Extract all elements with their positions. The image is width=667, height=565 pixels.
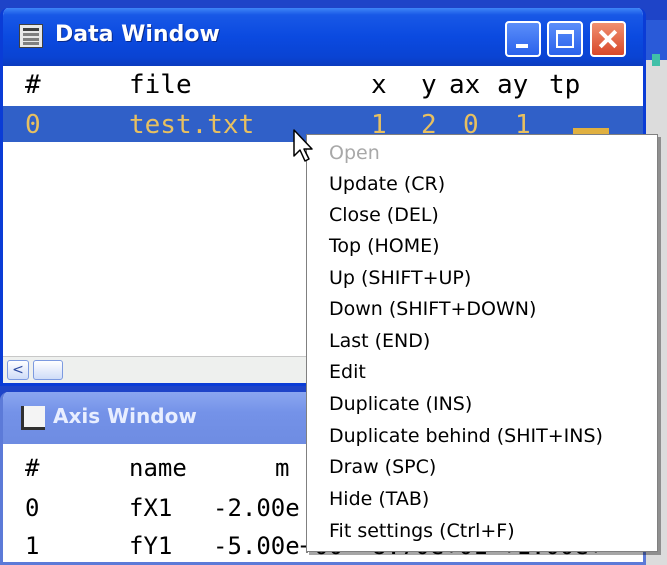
menu-item-up[interactable]: Up (SHIFT+UP) xyxy=(329,263,471,293)
menu-item-hide[interactable]: Hide (TAB) xyxy=(329,484,429,514)
background-window-icon xyxy=(652,54,660,66)
data-window-title: Data Window xyxy=(55,22,220,47)
menu-item-duplicate[interactable]: Duplicate (INS) xyxy=(329,389,472,419)
menu-item-fit-settings[interactable]: Fit settings (Ctrl+F) xyxy=(329,516,515,546)
data-window-titlebar[interactable]: Data Window xyxy=(3,8,643,66)
col-header-ay[interactable]: ay xyxy=(497,70,528,100)
axis-window-app-icon[interactable] xyxy=(21,406,45,430)
menu-item-top[interactable]: Top (HOME) xyxy=(329,231,440,261)
col-header-num[interactable]: # xyxy=(25,70,41,100)
col-header-ax[interactable]: ax xyxy=(449,70,480,100)
axis-row-name: fX1 xyxy=(129,494,173,522)
axis-row-num: 1 xyxy=(25,532,40,560)
axis-col-header-name[interactable]: name xyxy=(129,454,187,482)
menu-item-last[interactable]: Last (END) xyxy=(329,326,430,356)
row-file: test.txt xyxy=(129,110,255,140)
axis-window-title: Axis Window xyxy=(53,404,197,428)
menu-item-duplicate-behind[interactable]: Duplicate behind (SHIT+INS) xyxy=(329,421,603,451)
minimize-button[interactable] xyxy=(505,21,541,57)
data-window-app-icon[interactable] xyxy=(19,24,43,48)
col-header-file[interactable]: file xyxy=(129,70,192,100)
scroll-left-button[interactable]: < xyxy=(7,360,29,380)
menu-item-update[interactable]: Update (CR) xyxy=(329,169,445,199)
close-button[interactable] xyxy=(590,21,626,57)
maximize-button[interactable] xyxy=(547,21,583,57)
scrollbar-thumb[interactable] xyxy=(33,360,63,380)
row-num: 0 xyxy=(25,110,41,140)
menu-item-open: Open xyxy=(329,142,380,164)
menu-item-down[interactable]: Down (SHIFT+DOWN) xyxy=(329,294,536,324)
col-header-tp[interactable]: tp xyxy=(549,70,580,100)
col-header-y[interactable]: y xyxy=(421,70,437,100)
axis-row-num: 0 xyxy=(25,494,40,522)
mouse-cursor-icon xyxy=(293,129,313,162)
axis-row-name: fY1 xyxy=(129,532,173,560)
menu-item-draw[interactable]: Draw (SPC) xyxy=(329,452,436,482)
axis-row-min: -2.00e xyxy=(213,494,300,522)
context-menu: Open Update (CR) Close (DEL) Top (HOME) … xyxy=(306,134,658,552)
col-header-x[interactable]: x xyxy=(371,70,387,100)
menu-item-close[interactable]: Close (DEL) xyxy=(329,200,439,230)
axis-col-header-num[interactable]: # xyxy=(25,454,39,482)
data-list-header: # file x y ax ay tp xyxy=(3,66,643,106)
axis-col-header-min[interactable]: m xyxy=(275,454,289,482)
menu-item-edit[interactable]: Edit xyxy=(329,357,366,387)
